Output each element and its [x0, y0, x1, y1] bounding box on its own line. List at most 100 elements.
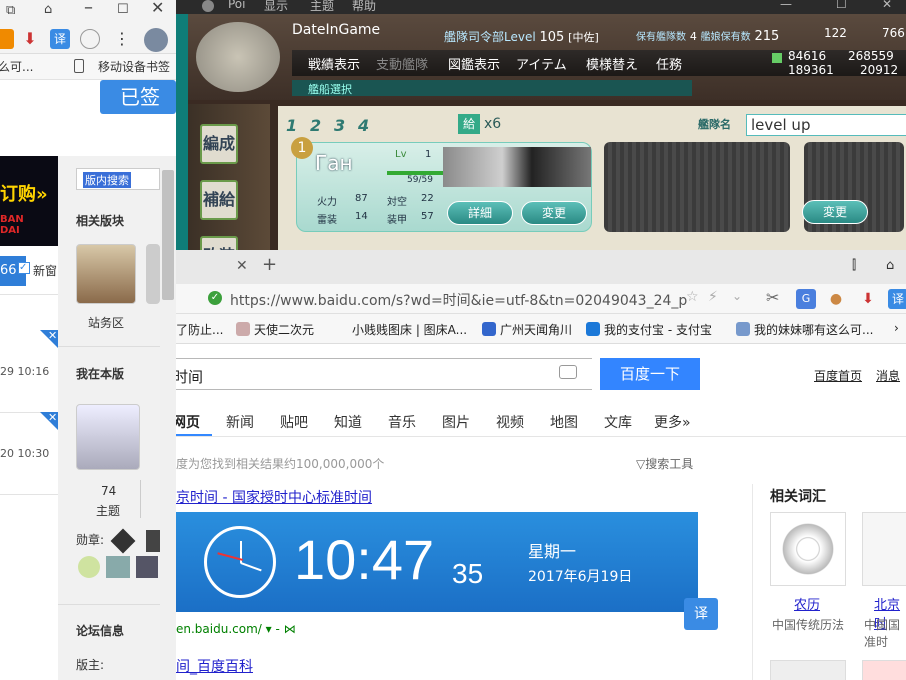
maximize-button[interactable]: ☐	[117, 3, 129, 17]
close-icon[interactable]: ✕	[40, 411, 58, 430]
nav-furniture[interactable]: 模様替え	[586, 54, 638, 73]
game-screen[interactable]: DateInGame 艦隊司令部Level 105 [中佐] 保有艦隊数 4 艦…	[188, 14, 906, 252]
bookmark-item[interactable]: 么可...	[0, 60, 33, 74]
menu-help[interactable]: 帮助	[352, 0, 376, 14]
chevron-down-icon[interactable]: ⌄	[732, 289, 742, 303]
medal-icon[interactable]	[136, 556, 158, 578]
supply-icon[interactable]: 給	[458, 114, 480, 134]
close-button[interactable]: ✕	[151, 0, 164, 16]
nav-record[interactable]: 戦績表示	[308, 54, 360, 73]
result-title[interactable]: 间_百度百科	[176, 656, 253, 676]
search-button[interactable]: 百度一下	[600, 358, 700, 390]
pin-icon[interactable]: ⌂	[44, 3, 52, 17]
camera-icon[interactable]	[559, 365, 577, 379]
ad-banner[interactable]: 订购» BAN DAI	[0, 156, 58, 246]
extension-icon[interactable]	[0, 29, 14, 49]
translate-icon[interactable]: 译	[50, 29, 70, 49]
fleet-tab-3[interactable]: 3	[334, 116, 356, 136]
baidu-home-link[interactable]: 百度首页	[814, 367, 862, 384]
more-bookmarks[interactable]: ›	[894, 321, 899, 335]
extension-cat-icon[interactable]	[80, 29, 100, 49]
tab-mode-icon[interactable]: ⫿	[852, 258, 856, 273]
tab-map[interactable]: 地图	[550, 412, 578, 432]
menu-theme[interactable]: 主题	[310, 0, 334, 14]
close-icon[interactable]: ✕	[40, 329, 58, 348]
translate-icon[interactable]: 译	[888, 289, 906, 309]
pin-icon[interactable]: ⌂	[886, 258, 894, 273]
star-icon[interactable]: ☆	[686, 289, 699, 305]
board-avatar[interactable]	[76, 244, 136, 304]
url-field[interactable]: https://www.baidu.com/s?wd=时间&ie=utf-8&t…	[230, 290, 687, 310]
mobile-bookmarks[interactable]: 移动设备书签	[98, 60, 170, 74]
board-avatar[interactable]	[146, 244, 160, 304]
nav-album[interactable]: 図鑑表示	[448, 54, 500, 73]
tab-more[interactable]: 更多»	[654, 412, 691, 432]
sign-in-button[interactable]: 已签	[100, 80, 176, 114]
tab-web[interactable]: 网页	[176, 412, 200, 432]
menu-display[interactable]: 显示	[264, 0, 288, 14]
related-image[interactable]	[770, 660, 846, 680]
china-map-image[interactable]	[862, 512, 906, 586]
medal-icon[interactable]	[106, 556, 130, 578]
menu-icon[interactable]: ⋮	[112, 29, 132, 49]
bookmark-item[interactable]: 小贱贱图床 | 图床A...	[352, 321, 467, 338]
maximize-button[interactable]: ☐	[836, 0, 847, 11]
ship-card[interactable]: 1 Гaн Lv 1 59/59 火力 87 対空 22 雷装 14 装甲 57…	[291, 137, 592, 232]
search-input[interactable]: 时间	[176, 358, 592, 390]
related-term-link[interactable]: 农历	[794, 594, 820, 613]
result-title[interactable]: 京时间 - 国家授时中心标准时间	[176, 487, 372, 507]
scrollbar-thumb[interactable]	[162, 170, 174, 300]
download-icon[interactable]: ⬇	[20, 29, 40, 49]
detail-button[interactable]: 詳細	[447, 201, 513, 225]
user-avatar[interactable]	[76, 404, 140, 470]
scissors-icon[interactable]: ✂	[766, 288, 779, 307]
empty-ship-slot[interactable]	[604, 142, 790, 232]
bookmark-item[interactable]: 我的妹妹哪有这么可...	[736, 321, 873, 338]
minimize-button[interactable]: —	[780, 0, 792, 11]
fleet-tab-1[interactable]: 1	[286, 116, 308, 136]
nav-items[interactable]: アイテム	[516, 54, 567, 73]
fleet-name-input[interactable]: level up	[746, 114, 906, 136]
cookie-icon[interactable]: ●	[826, 289, 846, 309]
menu-app[interactable]: Poi	[228, 0, 245, 11]
google-translate-icon[interactable]: G	[796, 289, 816, 309]
side-organize[interactable]: 編成	[200, 124, 238, 164]
change-button[interactable]: 変更	[802, 200, 868, 224]
tab-images[interactable]: 图片	[442, 412, 470, 432]
tab-music[interactable]: 音乐	[388, 412, 416, 432]
avatar[interactable]	[144, 28, 168, 52]
new-window-checkbox[interactable]: ✓	[18, 262, 30, 274]
lunar-calendar-image[interactable]	[770, 512, 846, 586]
bookmark-item[interactable]: 了防止...	[176, 321, 223, 338]
bookmark-item[interactable]: 我的支付宝 - 支付宝	[586, 321, 712, 338]
change-button[interactable]: 変更	[521, 201, 587, 225]
divider	[58, 604, 162, 605]
side-supply[interactable]: 補給	[200, 180, 238, 220]
lightning-icon[interactable]: ⚡	[708, 289, 718, 305]
empty-ship-slot[interactable]: 変更	[802, 142, 904, 232]
board-link[interactable]: 站务区	[88, 314, 124, 331]
translate-button[interactable]: 译	[684, 598, 718, 630]
search-tools[interactable]: ▽搜索工具	[636, 455, 693, 472]
bookmark-item[interactable]: 天使二次元	[236, 321, 314, 338]
tab-video[interactable]: 视频	[496, 412, 524, 432]
fleet-tab-4[interactable]: 4	[358, 116, 380, 136]
nav-quest[interactable]: 任務	[656, 54, 682, 73]
tab-zhidao[interactable]: 知道	[334, 412, 362, 432]
fleet-tab-2[interactable]: 2	[310, 116, 332, 136]
tab-tieba[interactable]: 贴吧	[280, 412, 308, 432]
tab-close-icon[interactable]: ✕	[236, 258, 248, 274]
new-tab-button[interactable]: +	[262, 254, 277, 275]
medal-icon[interactable]	[146, 530, 160, 552]
related-image[interactable]	[862, 660, 906, 680]
medal-icon[interactable]	[78, 556, 100, 578]
minimize-button[interactable]: –	[84, 0, 93, 17]
nav-support[interactable]: 支動艦隊	[376, 54, 428, 73]
close-button[interactable]: ✕	[882, 0, 892, 11]
tab-wenku[interactable]: 文库	[604, 412, 632, 432]
news-link[interactable]: 消息	[876, 367, 900, 384]
download-icon[interactable]: ⬇	[858, 289, 878, 309]
tab-news[interactable]: 新闻	[226, 412, 254, 432]
board-search-input[interactable]: 版内搜索	[76, 168, 160, 190]
bookmark-item[interactable]: 广州天闻角川	[482, 321, 572, 338]
